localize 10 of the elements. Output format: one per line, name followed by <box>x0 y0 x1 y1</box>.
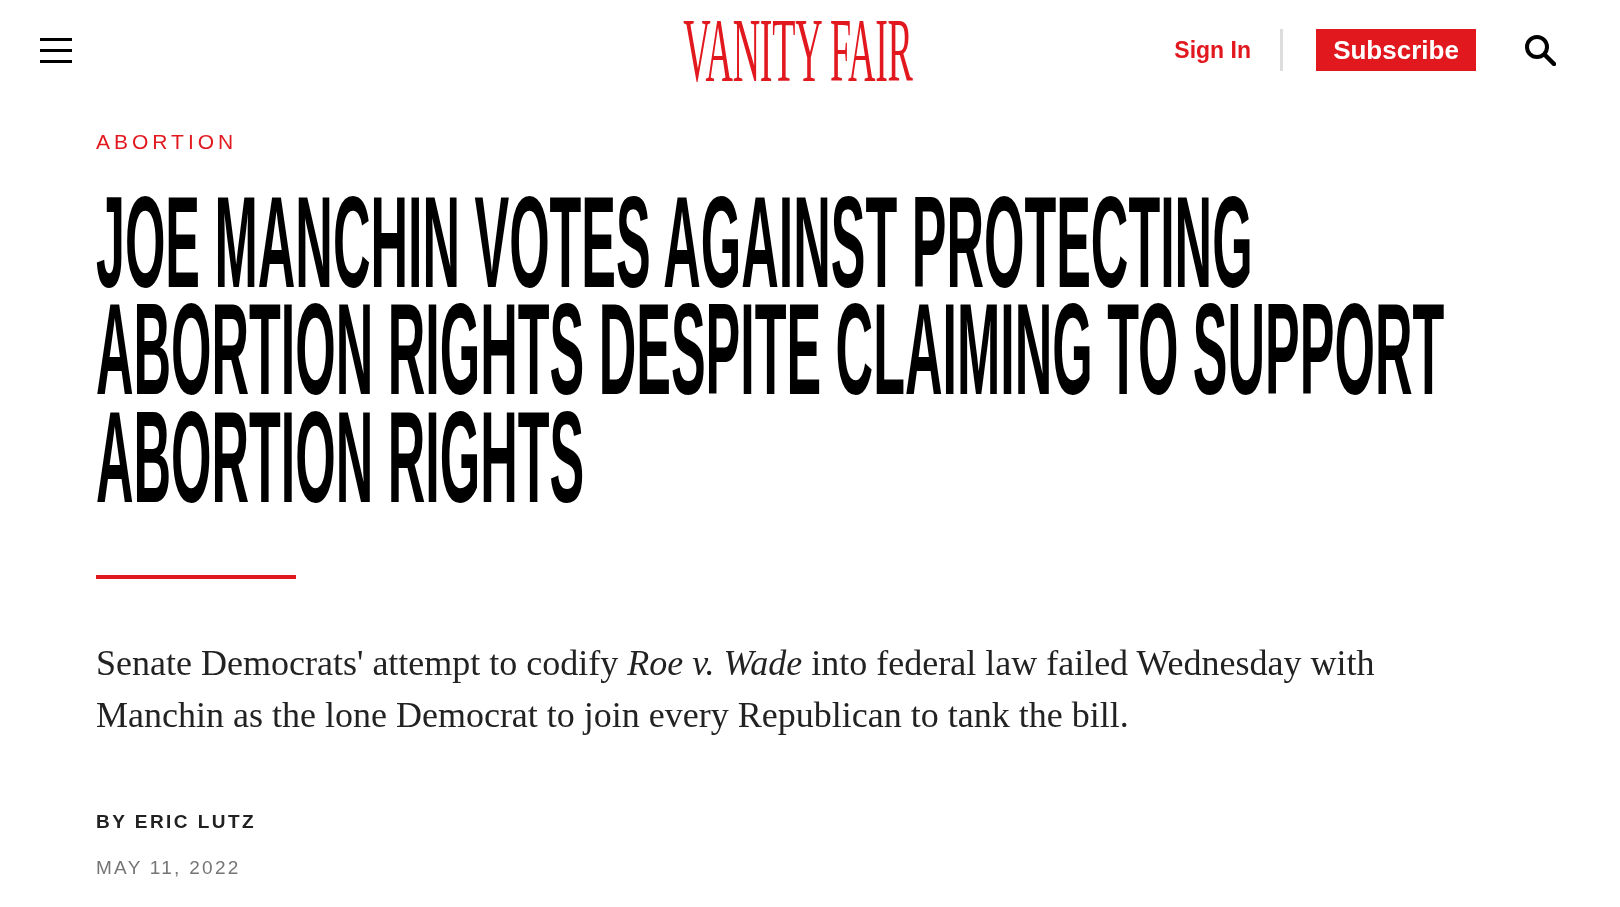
menu-icon[interactable] <box>40 37 72 63</box>
publish-date: MAY 11, 2022 <box>96 856 241 880</box>
author-byline: BY ERIC LUTZ <box>96 810 257 834</box>
article-summary: Senate Democrats' attempt to codify Roe v. Wade into federal law failed Wednesday with Manchin as the lone Democrat to join every Republican to tank the bill. <box>96 642 1376 737</box>
search-icon[interactable] <box>1524 34 1556 66</box>
section-label: ABORTION <box>96 130 238 154</box>
sign-in-link[interactable]: Sign In <box>1174 38 1251 62</box>
headline: JOE MANCHIN VOTES AGAINST PROTECTING ABORTION RIGHTS DESPITE CLAIMING TO SUPPORT ABORTION RIGHTS <box>96 189 1446 510</box>
subscribe-button[interactable]: Subscribe <box>1316 29 1476 71</box>
logo[interactable]: VANITY FAIR <box>683 4 913 96</box>
